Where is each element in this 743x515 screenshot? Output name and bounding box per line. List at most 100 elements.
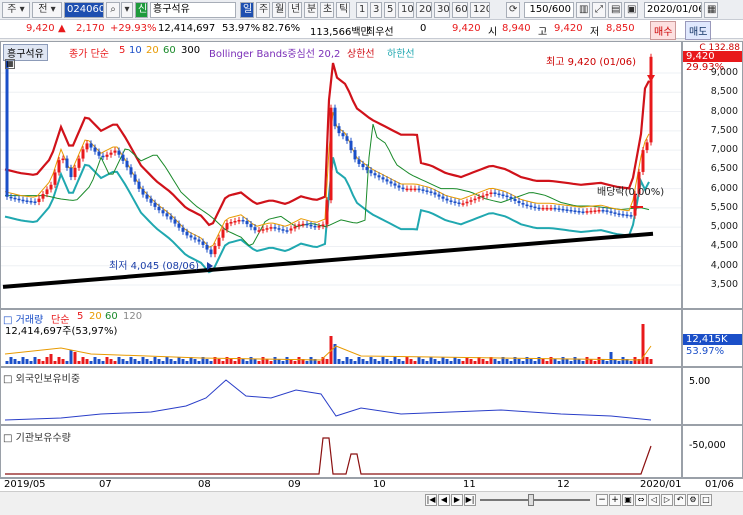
candle-body bbox=[489, 192, 493, 195]
institution-axis[interactable]: -50,000 bbox=[682, 425, 743, 478]
candle-body bbox=[53, 172, 57, 185]
min-60[interactable]: 60 bbox=[452, 2, 468, 18]
volume-bar bbox=[73, 352, 77, 364]
candle-body bbox=[137, 181, 141, 189]
volume-bar bbox=[253, 359, 257, 364]
undo-icon[interactable]: ↶ bbox=[674, 494, 686, 506]
min-120[interactable]: 120 bbox=[470, 2, 490, 18]
fullscreen-icon[interactable]: □ bbox=[700, 494, 712, 506]
period-day[interactable]: 일 bbox=[240, 2, 254, 18]
volume-bar bbox=[269, 361, 273, 364]
candle-body bbox=[241, 219, 245, 222]
save-icon[interactable]: ▤ bbox=[608, 2, 622, 18]
candle-body bbox=[421, 189, 425, 191]
refresh-icon[interactable]: ⟳ bbox=[506, 2, 520, 18]
period-second[interactable]: 초 bbox=[320, 2, 334, 18]
volume-bar bbox=[445, 359, 449, 364]
volume-bar bbox=[149, 361, 153, 364]
trend-icon[interactable]: ⤢ bbox=[592, 2, 606, 18]
volume-bar bbox=[457, 359, 461, 364]
price-tick: 4,500 bbox=[710, 240, 738, 252]
grid-icon[interactable]: ▦ bbox=[5, 59, 15, 69]
min-10[interactable]: 10 bbox=[398, 2, 414, 18]
candle-body bbox=[305, 223, 309, 226]
candle-body bbox=[397, 185, 401, 188]
date-input[interactable]: 2020/01/06 bbox=[644, 2, 702, 18]
foreign-ownership-panel[interactable]: □ 외국인보유비중 bbox=[0, 367, 682, 425]
dropdown-icon[interactable]: ▾ bbox=[121, 2, 133, 18]
candle-body bbox=[349, 140, 353, 151]
print-icon[interactable]: ▣ bbox=[624, 2, 638, 18]
right-pad-icon[interactable]: ▷ bbox=[661, 494, 673, 506]
candle-body bbox=[541, 207, 545, 210]
candle-body bbox=[49, 184, 53, 190]
candle-body bbox=[213, 245, 217, 255]
period-year[interactable]: 년 bbox=[288, 2, 302, 18]
min-5[interactable]: 5 bbox=[384, 2, 396, 18]
candle-body bbox=[281, 229, 285, 231]
volume-bar bbox=[261, 357, 265, 364]
foreign-axis[interactable]: 5.00 bbox=[682, 367, 743, 425]
buy-button[interactable]: 매수 bbox=[650, 21, 677, 40]
zoom-slider-track[interactable] bbox=[480, 499, 590, 501]
volume-bar bbox=[529, 359, 533, 364]
volume-bar bbox=[153, 357, 157, 364]
scroll-right-icon[interactable]: ▶ bbox=[451, 494, 463, 506]
candle-body bbox=[41, 194, 45, 199]
candle-body bbox=[85, 143, 89, 150]
volume-bar bbox=[417, 357, 421, 364]
min-30[interactable]: 30 bbox=[434, 2, 450, 18]
stock-name-field[interactable]: 흥구석유 bbox=[150, 2, 236, 18]
volume-bar bbox=[233, 361, 237, 364]
market-select[interactable]: 전 ▾ bbox=[32, 2, 62, 18]
foreign-tick: 5.00 bbox=[689, 376, 711, 387]
period-month[interactable]: 월 bbox=[272, 2, 286, 18]
volume-bar bbox=[45, 357, 49, 364]
min-20[interactable]: 20 bbox=[416, 2, 432, 18]
search-icon[interactable]: ⌕ bbox=[106, 2, 120, 18]
period-week[interactable]: 주 bbox=[256, 2, 270, 18]
candle-body bbox=[273, 227, 277, 229]
settings-icon[interactable]: ⚙ bbox=[687, 494, 699, 506]
zoom-slider-handle[interactable] bbox=[528, 494, 534, 506]
volume-panel[interactable]: □ 거래량 단순 5 20 60 120 12,414,697주(53,97%) bbox=[0, 309, 682, 367]
scroll-first-icon[interactable]: |◀ bbox=[425, 494, 437, 506]
left-pad-icon[interactable]: ◁ bbox=[648, 494, 660, 506]
volume-bar bbox=[577, 359, 581, 364]
min-1[interactable]: 1 bbox=[356, 2, 368, 18]
volume-bar bbox=[485, 361, 489, 364]
candle-body bbox=[617, 213, 621, 215]
volume-axis[interactable]: 12,415K 53.97% bbox=[682, 309, 743, 367]
scroll-left-icon[interactable]: ◀ bbox=[438, 494, 450, 506]
sell-button[interactable]: 매도 bbox=[685, 21, 712, 40]
volume-bar bbox=[181, 359, 185, 364]
period-minute[interactable]: 분 bbox=[304, 2, 318, 18]
volume-bar bbox=[397, 359, 401, 364]
volume-bar bbox=[249, 357, 253, 364]
candle-body bbox=[73, 167, 77, 178]
reset-icon[interactable]: ▣ bbox=[622, 494, 634, 506]
price-axis[interactable]: C 132.88 9,420 29.93% 9,000 8,500 8,000 7,5… bbox=[682, 41, 743, 309]
period-tick[interactable]: 틱 bbox=[336, 2, 350, 18]
candle-body bbox=[225, 223, 229, 230]
calendar-icon[interactable]: ▦ bbox=[704, 2, 718, 18]
zoom-out-icon[interactable]: − bbox=[596, 494, 608, 506]
zoom-in-icon[interactable]: + bbox=[609, 494, 621, 506]
candle-body bbox=[193, 237, 197, 240]
scroll-last-icon[interactable]: ▶| bbox=[464, 494, 476, 506]
count-input[interactable]: 150/600 bbox=[524, 2, 574, 18]
volume-bar bbox=[141, 357, 145, 364]
institution-panel[interactable]: □ 기관보유수량 bbox=[0, 425, 682, 478]
foreign-line bbox=[4, 379, 652, 421]
chart-icon[interactable]: ▥ bbox=[576, 2, 590, 18]
volume-bar bbox=[569, 361, 573, 364]
stock-code-input[interactable]: 024060 bbox=[64, 2, 104, 18]
min-3[interactable]: 3 bbox=[370, 2, 382, 18]
chart-type-select[interactable]: 주 ▾ bbox=[2, 2, 30, 18]
fit-icon[interactable]: ⇔ bbox=[635, 494, 647, 506]
institution-tick: -50,000 bbox=[689, 440, 726, 451]
volume-bar bbox=[129, 357, 133, 364]
price-tick: 9,000 bbox=[710, 67, 738, 78]
volume-bar bbox=[517, 359, 521, 364]
price-panel[interactable]: 흥구석유 종가 단순 5 10 20 60 300 Bollinger Band… bbox=[0, 41, 682, 309]
